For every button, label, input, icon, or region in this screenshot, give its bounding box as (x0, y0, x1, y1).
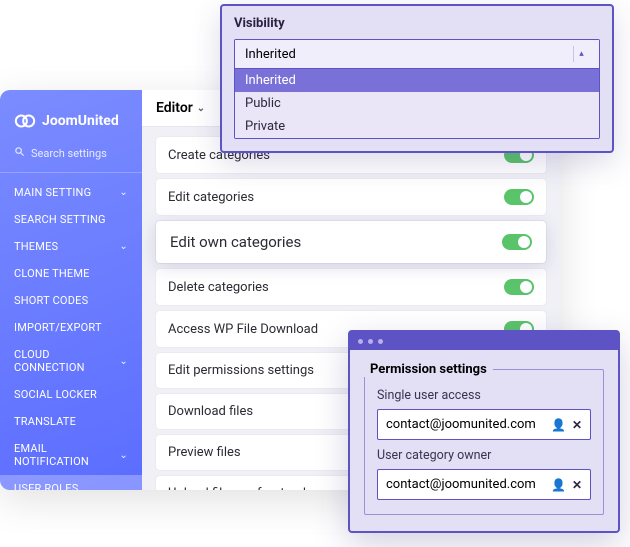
permission-label: Delete categories (168, 280, 269, 295)
brand-logo-icon (14, 110, 36, 132)
permission-fieldset: Single user access contact@joomunited.com… (364, 369, 604, 515)
sidebar-item[interactable]: IMPORT/EXPORT (0, 314, 142, 341)
sidebar-item-label: MAIN SETTING (14, 186, 91, 199)
sidebar-item-label: SOCIAL LOCKER (14, 388, 97, 401)
window-dot (368, 339, 373, 344)
toggle-switch[interactable] (502, 234, 532, 250)
panel-titlebar[interactable] (350, 332, 618, 350)
window-dot (378, 339, 383, 344)
brand: JoomUnited (0, 104, 142, 142)
sidebar-item-label: EMAIL NOTIFICATION (14, 442, 119, 468)
chevron-up-icon: ▴ (573, 46, 589, 62)
sidebar-item[interactable]: THEMES ⌄ (0, 233, 142, 260)
permission-field-label: User category owner (377, 448, 591, 463)
visibility-selected-label: Inherited (245, 47, 296, 62)
role-selector-label: Editor (156, 100, 193, 116)
input-actions: 👤✕ (551, 478, 582, 492)
sidebar-item-label: TRANSLATE (14, 415, 76, 428)
visibility-panel: Visibility Inherited ▴ InheritedPublicPr… (220, 4, 614, 153)
sidebar-item[interactable]: TRANSLATE (0, 408, 142, 435)
permission-label: Access WP File Download (168, 322, 318, 337)
chevron-down-icon: ⌄ (119, 187, 128, 198)
sidebar-item-label: SEARCH SETTING (14, 213, 106, 226)
permission-input[interactable]: contact@joomunited.com👤✕ (377, 409, 591, 440)
permission-body: Permission settings Single user access co… (350, 350, 618, 531)
permission-legend: Permission settings (364, 362, 493, 377)
visibility-select[interactable]: Inherited ▴ InheritedPublicPrivate (234, 39, 600, 139)
chevron-down-icon: ⌄ (197, 103, 205, 114)
permission-label: Edit permissions settings (168, 363, 314, 378)
sidebar-item[interactable]: SEARCH SETTING (0, 206, 142, 233)
sidebar-item-label: USER ROLES (14, 482, 78, 490)
chevron-down-icon: ⌄ (119, 356, 128, 367)
sidebar-item-label: CLOUD CONNECTION (14, 348, 119, 374)
permission-input-value: contact@joomunited.com (386, 477, 536, 492)
sidebar-item[interactable]: MAIN SETTING ⌄ (0, 179, 142, 206)
visibility-option[interactable]: Public (235, 92, 599, 115)
permission-row: Edit categories (156, 179, 546, 215)
chevron-down-icon: ⌄ (119, 241, 128, 252)
permission-row: Delete categories (156, 269, 546, 305)
permission-label: Download files (168, 404, 253, 419)
sidebar-item[interactable]: SOCIAL LOCKER (0, 381, 142, 408)
permission-label: Preview files (168, 445, 241, 460)
sidebar-item-label: SHORT CODES (14, 294, 88, 307)
sidebar-item[interactable]: CLOUD CONNECTION⌄ (0, 341, 142, 381)
permission-label: Edit categories (168, 190, 254, 205)
user-icon[interactable]: 👤 (551, 418, 566, 432)
user-icon[interactable]: 👤 (551, 478, 566, 492)
visibility-options: InheritedPublicPrivate (235, 69, 599, 138)
permission-row: Edit own categories (156, 221, 546, 263)
search-placeholder: Search settings (31, 147, 107, 160)
permission-input-value: contact@joomunited.com (386, 417, 536, 432)
sidebar-item-label: CLONE THEME (14, 267, 90, 280)
search-settings[interactable]: Search settings (0, 142, 142, 166)
sidebar: JoomUnited Search settings MAIN SETTING ⌄… (0, 90, 142, 490)
sidebar-item[interactable]: EMAIL NOTIFICATION⌄ (0, 435, 142, 475)
permission-input[interactable]: contact@joomunited.com👤✕ (377, 469, 591, 500)
sidebar-item[interactable]: USER ROLES (0, 475, 142, 490)
permission-label: Edit own categories (170, 233, 301, 251)
permission-label: Upload files on frontend (168, 486, 306, 490)
sidebar-item-label: THEMES (14, 240, 58, 253)
clear-icon[interactable]: ✕ (572, 418, 582, 432)
window-dot (358, 339, 363, 344)
visibility-option[interactable]: Private (235, 115, 599, 138)
divider (0, 172, 142, 173)
clear-icon[interactable]: ✕ (572, 478, 582, 492)
toggle-switch[interactable] (504, 279, 534, 295)
chevron-down-icon: ⌄ (119, 450, 128, 461)
sidebar-item-label: IMPORT/EXPORT (14, 321, 102, 334)
visibility-selected[interactable]: Inherited ▴ (235, 40, 599, 69)
toggle-switch[interactable] (504, 189, 534, 205)
brand-name: JoomUnited (42, 113, 119, 129)
input-actions: 👤✕ (551, 418, 582, 432)
permission-field-label: Single user access (377, 388, 591, 403)
permission-settings-panel: Permission settings Single user access co… (348, 330, 620, 533)
sidebar-item[interactable]: SHORT CODES (0, 287, 142, 314)
search-icon (14, 146, 25, 160)
visibility-title: Visibility (234, 16, 600, 31)
sidebar-item[interactable]: CLONE THEME (0, 260, 142, 287)
visibility-option[interactable]: Inherited (235, 69, 599, 92)
